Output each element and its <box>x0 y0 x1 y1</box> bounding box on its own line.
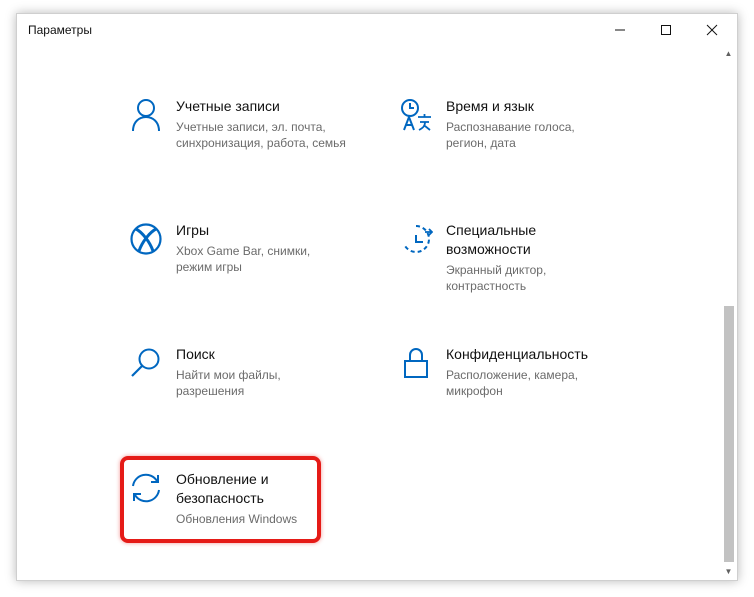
close-button[interactable] <box>689 14 735 46</box>
maximize-icon <box>661 25 671 35</box>
settings-grid: Учетные записи Учетные записи, эл. почта… <box>17 46 720 580</box>
close-icon <box>706 24 718 36</box>
tile-description: Найти мои файлы, разрешения <box>176 368 281 398</box>
tile-privacy[interactable]: Конфиденциальность Расположение, камера,… <box>398 345 628 399</box>
tile-title: Игры <box>176 222 210 238</box>
scroll-thumb[interactable] <box>724 306 734 562</box>
time-language-icon <box>398 97 434 133</box>
tile-title: Учетные записи <box>176 98 280 114</box>
settings-window: Параметры Учетные записи Учетные записи,… <box>16 13 738 581</box>
tile-title: Специальные возможности <box>446 222 537 257</box>
tile-search[interactable]: Поиск Найти мои файлы, разрешения <box>128 345 358 399</box>
tile-time-language[interactable]: Время и язык Распознавание голоса, регио… <box>398 97 628 151</box>
tile-description: Учетные записи, эл. почта, синхронизация… <box>176 120 346 150</box>
ease-of-access-icon <box>398 221 434 257</box>
tile-title: Время и язык <box>446 98 534 114</box>
highlight-frame <box>120 456 321 543</box>
person-icon <box>128 97 164 133</box>
maximize-button[interactable] <box>643 14 689 46</box>
tile-description: Распознавание голоса, регион, дата <box>446 120 575 150</box>
tile-description: Xbox Game Bar, снимки, режим игры <box>176 244 311 274</box>
tile-description: Экранный диктор, контрастность <box>446 263 547 293</box>
tile-accounts[interactable]: Учетные записи Учетные записи, эл. почта… <box>128 97 358 151</box>
window-title: Параметры <box>28 23 92 37</box>
minimize-icon <box>615 29 625 31</box>
tile-gaming[interactable]: Игры Xbox Game Bar, снимки, режим игры <box>128 221 358 275</box>
tile-description: Расположение, камера, микрофон <box>446 368 579 398</box>
tile-title: Поиск <box>176 346 215 362</box>
search-icon <box>128 345 164 381</box>
vertical-scrollbar[interactable]: ▲ ▼ <box>720 46 737 580</box>
tile-title: Конфиденциальность <box>446 346 589 362</box>
title-bar[interactable]: Параметры <box>17 14 737 46</box>
minimize-button[interactable] <box>597 14 643 46</box>
tile-ease-of-access[interactable]: Специальные возможности Экранный диктор,… <box>398 221 628 294</box>
xbox-icon <box>128 221 164 257</box>
lock-icon <box>398 345 434 381</box>
scroll-down-icon[interactable]: ▼ <box>720 564 737 578</box>
scroll-up-icon[interactable]: ▲ <box>720 46 737 60</box>
